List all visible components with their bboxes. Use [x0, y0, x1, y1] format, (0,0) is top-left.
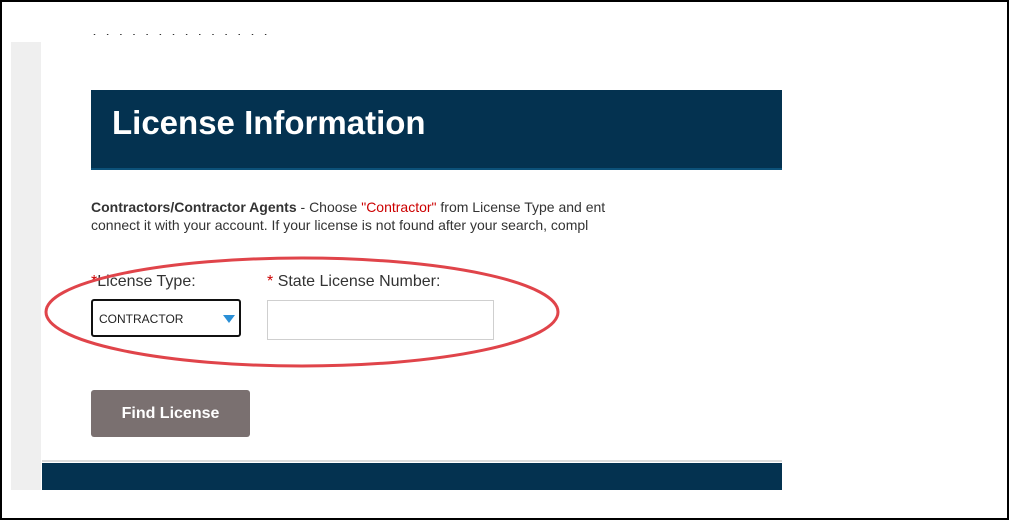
cutoff-text: · · · · · · · · · · · · · · — [92, 34, 392, 50]
state-license-number-label: * State License Number: — [267, 273, 441, 290]
license-type-label: *License Type: — [91, 273, 196, 290]
section-title: License Information — [112, 104, 426, 141]
license-type-selected-value: CONTRACTOR — [99, 312, 184, 326]
required-marker: * — [267, 273, 274, 290]
instructions-line-2: connect it with your account. If your li… — [91, 217, 589, 233]
screenshot-frame: · · · · · · · · · · · · · · License Info… — [0, 0, 1009, 520]
section-header: License Information — [91, 90, 782, 170]
find-license-button[interactable]: Find License — [91, 390, 250, 437]
divider — [42, 460, 782, 462]
instructions-text: Contractors/Contractor Agents - Choose "… — [91, 198, 782, 238]
contractor-highlight: "Contractor" — [361, 199, 437, 215]
instructions-lead: Contractors/Contractor Agents — [91, 199, 297, 215]
footer-bar — [42, 463, 782, 490]
instructions-line-1: Contractors/Contractor Agents - Choose "… — [91, 199, 606, 215]
license-type-select[interactable]: CONTRACTOR — [91, 299, 241, 337]
left-gutter — [11, 42, 41, 490]
state-license-number-input[interactable] — [267, 300, 494, 340]
chevron-down-icon — [223, 315, 235, 323]
